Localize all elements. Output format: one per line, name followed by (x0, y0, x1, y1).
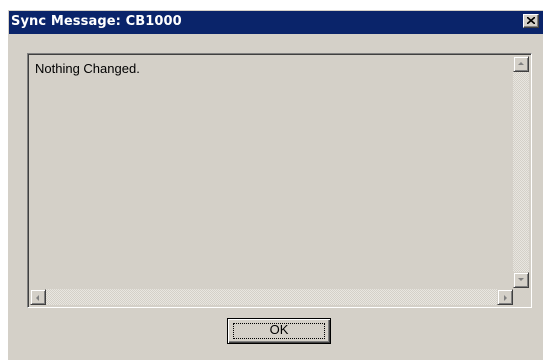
scroll-down-button[interactable] (513, 272, 529, 288)
title-bar[interactable]: Sync Message: CB1000 (9, 11, 543, 34)
ok-button-label: OK (269, 322, 289, 337)
message-text: Nothing Changed. (35, 61, 140, 76)
horizontal-scrollbar[interactable] (30, 289, 513, 305)
scroll-up-button[interactable] (513, 56, 529, 72)
vertical-scrollbar[interactable] (513, 56, 529, 288)
scrollbar-corner (513, 289, 529, 305)
close-button[interactable] (523, 14, 539, 28)
scroll-left-button[interactable] (30, 289, 46, 305)
message-textarea[interactable]: Nothing Changed. (27, 53, 532, 308)
window-title: Sync Message: CB1000 (11, 14, 182, 29)
sync-message-dialog: Sync Message: CB1000 Nothing Changed. OK (8, 10, 543, 360)
scroll-right-button[interactable] (497, 289, 513, 305)
ok-button[interactable]: OK (227, 318, 331, 344)
